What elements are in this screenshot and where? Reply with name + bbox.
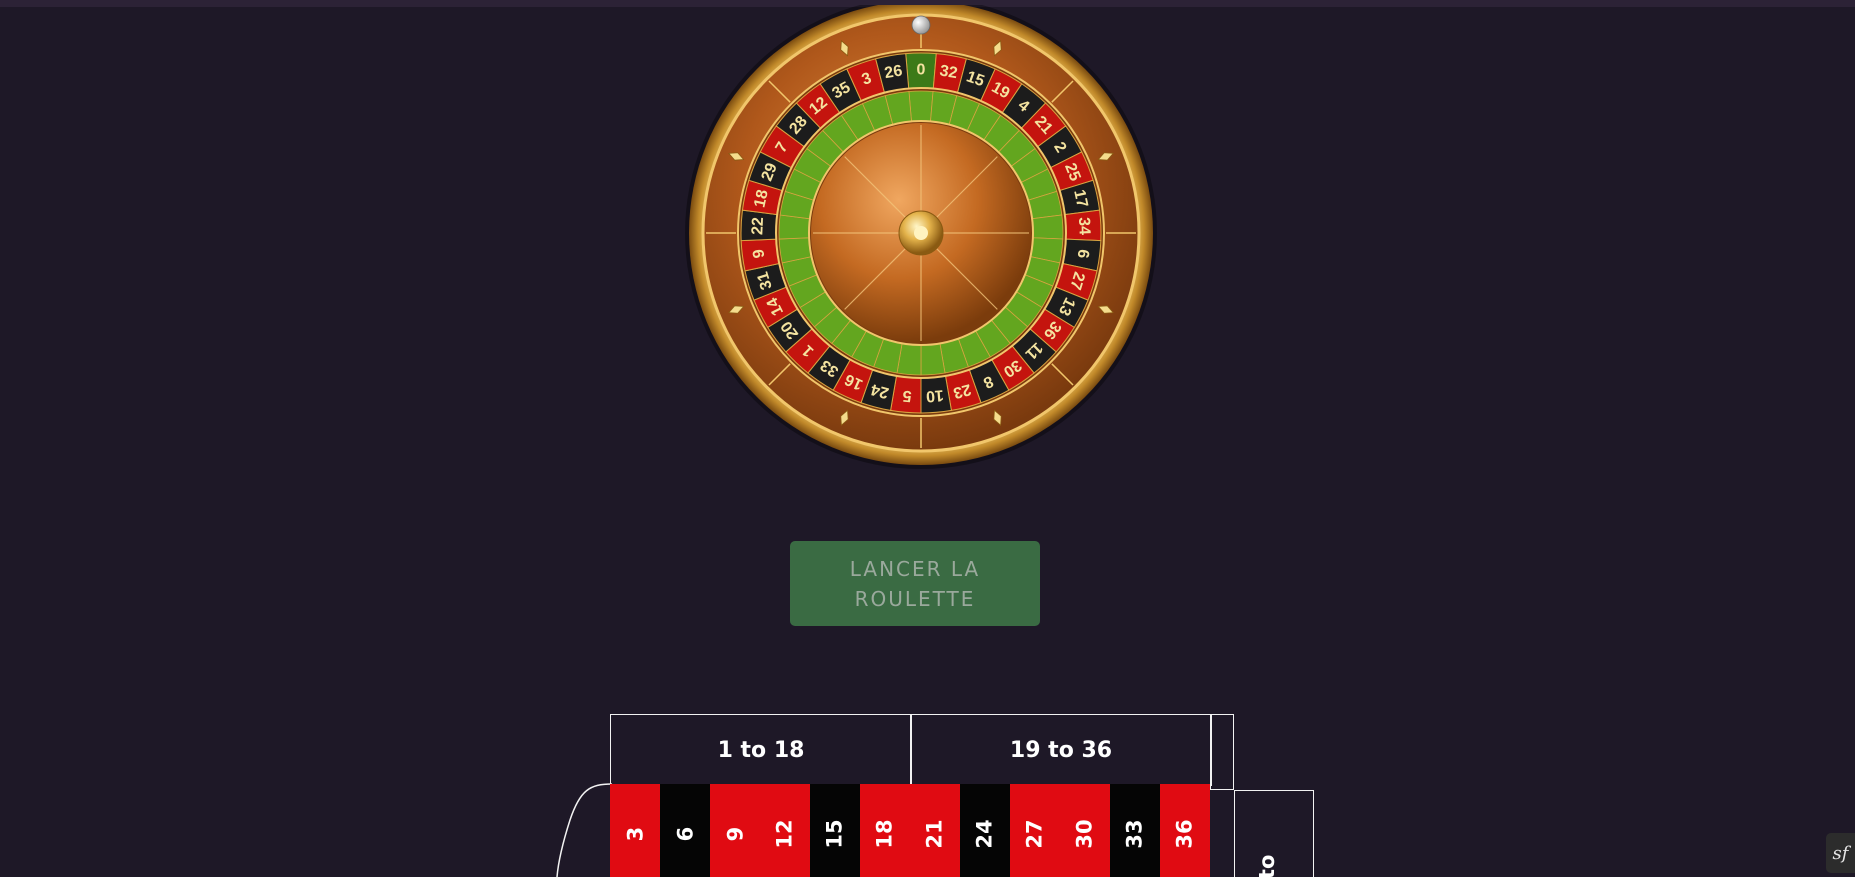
bet-number-21[interactable]: 21 [910, 784, 960, 877]
symfony-icon[interactable]: sf [1826, 833, 1855, 873]
bet-19-to-36[interactable]: 19 to 36 [910, 714, 1212, 786]
board-side-outline [1210, 714, 1234, 790]
wheel-number-5: 5 [902, 387, 912, 405]
bet-number-label: 21 [922, 819, 947, 849]
bet-number-label: 33 [1122, 819, 1147, 849]
wheel-number-34: 34 [1075, 217, 1093, 236]
bet-number-15[interactable]: 15 [810, 784, 860, 877]
bet-number-24[interactable]: 24 [960, 784, 1010, 877]
bet-number-label: 30 [1072, 819, 1097, 849]
wheel-slot [1031, 214, 1064, 240]
wheel-number-0: 0 [917, 62, 926, 79]
spin-roulette-button[interactable]: LANCER LA ROULETTE [790, 541, 1040, 626]
bet-number-label: 36 [1172, 819, 1197, 849]
bet-number-12[interactable]: 12 [760, 784, 810, 877]
bet-number-label: 9 [723, 826, 747, 842]
wheel-knob-highlight [914, 226, 928, 240]
roulette-wheel: 0 32 15 19 4 21 2 25 17 34 6 27 13 36 11 30 8 23 10 5 24 16 33… [683, 5, 1159, 471]
wheel-number-32: 32 [938, 62, 959, 82]
roulette-ball [911, 15, 931, 35]
wheel-number-10: 10 [925, 386, 944, 404]
bet-number-label: 3 [623, 826, 647, 842]
wheel-number-22: 22 [749, 217, 767, 236]
bet-number-label: 18 [872, 819, 897, 849]
bet-number-18[interactable]: 18 [860, 784, 910, 877]
bet-number-6[interactable]: 6 [660, 784, 710, 877]
column-bet-label: 2 to 1 [1255, 833, 1303, 877]
bet-number-label: 15 [822, 819, 847, 849]
bet-column-2-to-1[interactable]: 2 to 1 [1234, 790, 1314, 877]
bet-number-label: 12 [772, 819, 797, 849]
bet-number-33[interactable]: 33 [1110, 784, 1160, 877]
corner-badge-glyph: sf [1832, 842, 1849, 864]
bet-number-27[interactable]: 27 [1010, 784, 1060, 877]
bet-number-3[interactable]: 3 [610, 784, 660, 877]
bet-number-label: 27 [1022, 819, 1047, 849]
bet-number-30[interactable]: 30 [1060, 784, 1110, 877]
bet-1-to-18[interactable]: 1 to 18 [610, 714, 912, 786]
betting-board: 1 to 18 19 to 36 369121518212427303336 2… [530, 710, 1330, 877]
bet-number-label: 6 [673, 826, 697, 842]
bet-number-36[interactable]: 36 [1160, 784, 1210, 877]
bet-19-to-36-label: 19 to 36 [1009, 737, 1113, 763]
bet-number-9[interactable]: 9 [710, 784, 760, 877]
bet-1-to-18-label: 1 to 18 [717, 737, 805, 763]
wheel-slot [908, 90, 934, 122]
wheel-number-26: 26 [883, 62, 904, 82]
bet-number-label: 24 [972, 819, 997, 849]
